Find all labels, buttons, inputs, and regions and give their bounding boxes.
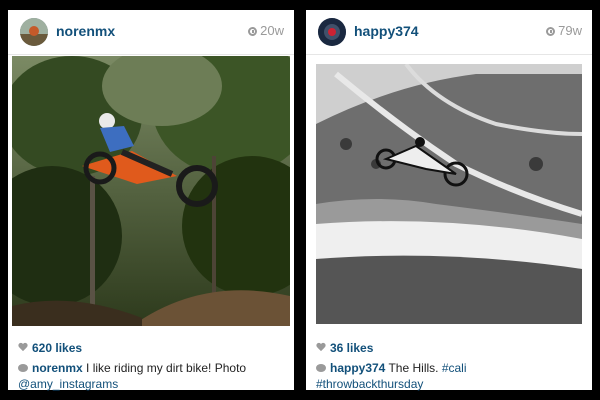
caption-mention[interactable]: @amy_instagrams bbox=[18, 377, 118, 391]
post-time: 20w bbox=[248, 23, 284, 38]
caption-username[interactable]: norenmx bbox=[32, 361, 83, 375]
caption-text: I like riding my dirt bike! Photo bbox=[82, 361, 247, 375]
time-label: 20w bbox=[260, 23, 284, 38]
hashtag-link[interactable]: #throwbackthursday bbox=[316, 377, 423, 391]
post-card: norenmx 20w 620 likes norenmx I like rid… bbox=[8, 10, 294, 392]
time-label: 79w bbox=[558, 23, 582, 38]
heart-icon bbox=[316, 343, 326, 352]
caption-username[interactable]: happy374 bbox=[330, 361, 385, 375]
post-photo[interactable] bbox=[12, 56, 290, 326]
comment-icon bbox=[18, 364, 28, 372]
hashtag-link[interactable]: #cali bbox=[442, 361, 467, 375]
username[interactable]: norenmx bbox=[56, 23, 115, 39]
post-footer: 620 likes norenmx I like riding my dirt … bbox=[18, 340, 286, 392]
clock-icon bbox=[546, 27, 556, 36]
likes-count[interactable]: 620 likes bbox=[32, 341, 82, 355]
likes-row: 36 likes bbox=[316, 340, 584, 356]
likes-row: 620 likes bbox=[18, 340, 286, 356]
post-time: 79w bbox=[546, 23, 582, 38]
post-photo[interactable] bbox=[316, 64, 582, 324]
username[interactable]: happy374 bbox=[354, 23, 419, 39]
post-header: norenmx 20w bbox=[8, 10, 294, 55]
caption: norenmx I like riding my dirt bike! Phot… bbox=[18, 360, 286, 392]
likes-count[interactable]: 36 likes bbox=[330, 341, 373, 355]
avatar[interactable] bbox=[20, 18, 48, 46]
avatar[interactable] bbox=[318, 18, 346, 46]
heart-icon bbox=[18, 343, 28, 352]
clock-icon bbox=[248, 27, 258, 36]
comment-icon bbox=[316, 364, 326, 372]
post-card: happy374 79w 36 likes happy374 The Hills… bbox=[306, 10, 592, 392]
caption-text: The Hills. bbox=[385, 361, 442, 375]
post-header: happy374 79w bbox=[306, 10, 592, 55]
post-footer: 36 likes happy374 The Hills. #cali #throw… bbox=[316, 340, 584, 392]
caption: happy374 The Hills. #cali #throwbackthurs… bbox=[316, 360, 584, 392]
